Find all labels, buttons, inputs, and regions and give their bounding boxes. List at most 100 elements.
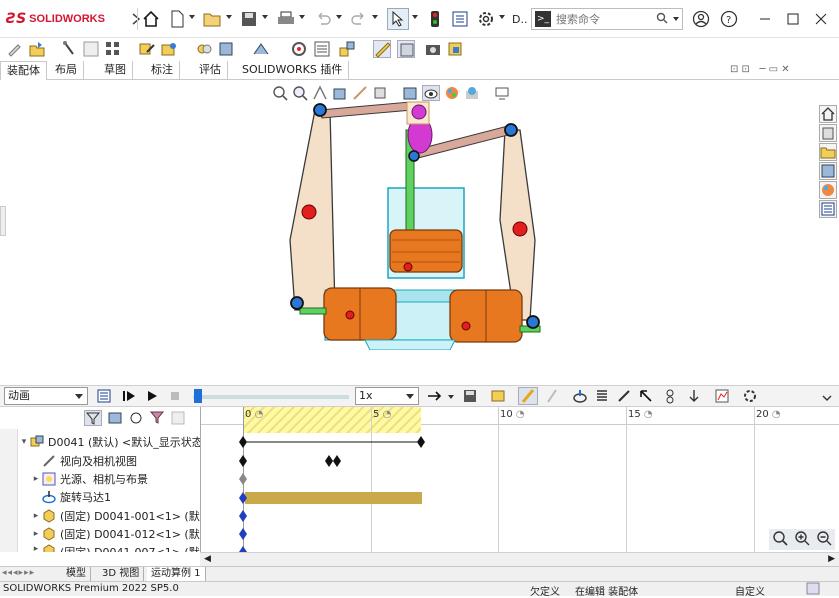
command-search-box[interactable]: >_: [531, 8, 683, 30]
print-icon[interactable]: [275, 8, 297, 30]
calculate-icon[interactable]: [96, 388, 112, 407]
joint-top-right[interactable]: [504, 123, 518, 137]
user-account-icon[interactable]: [690, 8, 712, 30]
large-assembly-mode-icon[interactable]: [446, 40, 464, 58]
key-point[interactable]: [239, 473, 247, 485]
feature-manager-collapse-handle[interactable]: [0, 206, 6, 236]
close-icon[interactable]: [810, 8, 832, 30]
select-pointer-icon[interactable]: [387, 8, 409, 30]
maximize-icon[interactable]: [782, 8, 804, 30]
expand-arrow-icon[interactable]: ▸: [30, 511, 42, 521]
joint-bottom-left[interactable]: [290, 296, 304, 310]
stop-icon[interactable]: [170, 391, 180, 404]
timeline-keys[interactable]: [201, 425, 839, 552]
edit-component-icon[interactable]: [6, 40, 24, 58]
search-dropdown-icon[interactable]: [672, 14, 682, 24]
motor-icon[interactable]: [572, 388, 588, 407]
tree-item-part-012[interactable]: ▸ (固定) D0041-012<1> (默: [30, 525, 228, 543]
tab-markup[interactable]: 标注: [145, 61, 180, 80]
options-dropdown-icon[interactable]: [499, 15, 505, 19]
new-dropdown-icon[interactable]: [189, 15, 195, 19]
expand-arrow-icon[interactable]: ▸: [30, 529, 42, 539]
collapse-arrow-icon[interactable]: ▾: [18, 437, 30, 447]
file-properties-icon[interactable]: [449, 8, 471, 30]
reference-geometry-icon[interactable]: [252, 40, 270, 58]
piston[interactable]: [389, 229, 463, 273]
damper-icon[interactable]: [616, 388, 632, 407]
playback-slider-track[interactable]: [193, 395, 349, 399]
exploded-view-icon[interactable]: [338, 40, 356, 58]
gravity-icon[interactable]: [686, 388, 702, 407]
undo-dropdown-icon[interactable]: [336, 15, 342, 19]
tree-vertical-scrollbar[interactable]: [0, 429, 18, 552]
appearances-scenes-icon[interactable]: [819, 181, 837, 199]
solidworks-resources-icon[interactable]: [819, 105, 837, 123]
playback-mode-dropdown[interactable]: [448, 395, 454, 399]
key-point[interactable]: [333, 455, 341, 467]
collapse-tree-icon[interactable]: [170, 410, 186, 429]
filter-selected-icon[interactable]: [128, 410, 144, 429]
zoom-to-fit-icon[interactable]: [272, 85, 288, 101]
show-hidden-icon[interactable]: [195, 40, 213, 58]
tree-item-part-001[interactable]: ▸ (固定) D0041-001<1> (默: [30, 507, 228, 525]
timeline-horizontal-scrollbar[interactable]: ◀ ▶: [200, 552, 839, 566]
scroll-right-icon[interactable]: ▶: [828, 554, 835, 564]
autokey-icon[interactable]: [518, 387, 538, 405]
motion-study-properties-icon[interactable]: [742, 388, 758, 407]
playback-mode-icon[interactable]: [427, 390, 443, 405]
expand-arrow-icon[interactable]: ▸: [30, 474, 42, 484]
play-from-start-icon[interactable]: [122, 390, 136, 405]
insert-component-icon[interactable]: [28, 40, 46, 58]
filter-results-icon[interactable]: [149, 410, 165, 429]
joint-bottom-right[interactable]: [526, 315, 540, 329]
search-input[interactable]: [556, 12, 656, 26]
key-point[interactable]: [239, 436, 247, 448]
zoom-out-icon[interactable]: [816, 530, 832, 549]
search-icon[interactable]: [656, 12, 672, 27]
add-update-key-icon[interactable]: [544, 388, 560, 407]
filter-driving-icon[interactable]: [107, 410, 123, 429]
apply-scene-icon[interactable]: [464, 85, 480, 101]
undo-icon[interactable]: [312, 8, 334, 30]
bill-of-materials-icon[interactable]: [313, 40, 331, 58]
design-library-icon[interactable]: [819, 124, 837, 142]
mate-icon[interactable]: [60, 40, 78, 58]
hide-show-items-icon[interactable]: [422, 85, 440, 101]
minimize-icon[interactable]: [754, 8, 776, 30]
help-icon[interactable]: ?: [718, 8, 740, 30]
assembly-features-icon[interactable]: [217, 40, 235, 58]
tree-item-assembly[interactable]: ▾ D0041 (默认) <默认_显示状态: [18, 433, 216, 451]
key-point[interactable]: [325, 455, 333, 467]
section-view-icon[interactable]: [332, 85, 348, 101]
playback-speed-select[interactable]: 1x: [355, 387, 419, 405]
playback-slider-thumb[interactable]: [194, 389, 202, 403]
top-left-rod[interactable]: [319, 101, 413, 119]
update-speedpak-icon[interactable]: [397, 40, 415, 58]
tab-solidworks-addins[interactable]: SOLIDWORKS 插件: [236, 61, 350, 80]
rebuild-traffic-light-icon[interactable]: [424, 8, 446, 30]
tab-3d-views[interactable]: 3D 视图: [98, 567, 145, 582]
tab-motion-study-1[interactable]: 运动算例 1: [147, 567, 206, 582]
save-dropdown-icon[interactable]: [262, 15, 268, 19]
tab-model[interactable]: 模型: [62, 567, 91, 582]
options-gear-icon[interactable]: [475, 8, 497, 30]
instant3d-icon[interactable]: [373, 40, 391, 58]
view-orientation-icon[interactable]: [372, 85, 388, 101]
open-folder-icon[interactable]: [201, 8, 223, 30]
collapse-motion-manager-icon[interactable]: [822, 392, 832, 405]
dynamic-annotation-icon[interactable]: [352, 85, 368, 101]
custom-properties-icon[interactable]: [819, 200, 837, 218]
tab-layout[interactable]: 布局: [49, 61, 84, 80]
contact-icon[interactable]: [662, 388, 678, 407]
tab-sketch[interactable]: 草图: [98, 61, 133, 80]
view-palette-icon[interactable]: [819, 162, 837, 180]
key-point[interactable]: [239, 455, 247, 467]
zoom-to-fit-timeline-icon[interactable]: [772, 530, 788, 549]
study-type-select[interactable]: 动画: [4, 387, 88, 405]
file-explorer-icon[interactable]: [819, 143, 837, 161]
key-point[interactable]: [239, 528, 247, 540]
scroll-left-icon[interactable]: ◀: [204, 554, 211, 564]
spring-icon[interactable]: [594, 388, 610, 407]
open-dropdown-icon[interactable]: [226, 15, 232, 19]
results-plots-icon[interactable]: [714, 388, 730, 407]
